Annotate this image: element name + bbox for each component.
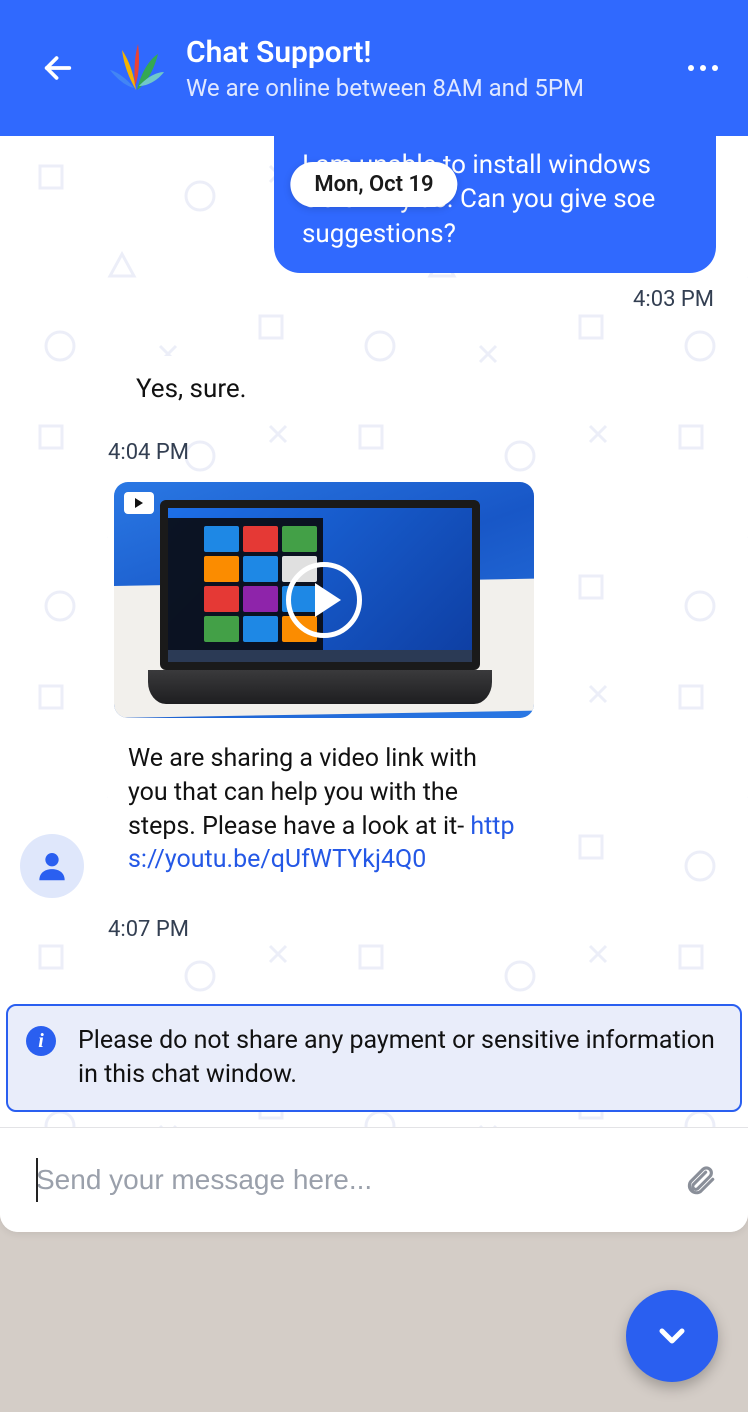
info-icon: i (26, 1026, 56, 1056)
message-timestamp: 4:07 PM (108, 917, 548, 942)
video-card-text: We are sharing a video link with you tha… (108, 724, 538, 899)
sprinklr-logo-icon (104, 36, 168, 100)
play-icon (286, 562, 362, 638)
chat-window: Chat Support! We are online between 8AM … (0, 0, 748, 1232)
chevron-down-icon (652, 1316, 692, 1356)
incoming-message: We are sharing a video link with you tha… (108, 476, 548, 942)
youtube-badge-icon (124, 492, 154, 514)
messages-area[interactable]: Mon, Oct 19 I am unable to install windo… (0, 136, 748, 1127)
message-timestamp: 4:03 PM (274, 287, 716, 312)
attach-button[interactable] (680, 1160, 720, 1200)
message-composer (0, 1127, 748, 1232)
more-options-button[interactable] (688, 65, 718, 71)
dot-icon (712, 65, 718, 71)
agent-avatar (20, 834, 84, 898)
brand-logo (104, 36, 168, 100)
message-timestamp: 4:04 PM (108, 440, 528, 465)
video-thumbnail[interactable] (114, 482, 534, 718)
video-link-card[interactable]: We are sharing a video link with you tha… (108, 476, 538, 899)
message-input[interactable] (36, 1164, 680, 1196)
message-bubble: Yes, sure. (108, 356, 275, 422)
message-text: We are sharing a video link with you tha… (128, 744, 477, 841)
person-icon (33, 847, 71, 885)
paperclip-icon (683, 1163, 717, 1197)
minimize-chat-button[interactable] (626, 1290, 718, 1382)
chat-title: Chat Support! (186, 35, 688, 70)
chat-header: Chat Support! We are online between 8AM … (0, 0, 748, 136)
chat-subtitle: We are online between 8AM and 5PM (186, 74, 688, 102)
date-separator: Mon, Oct 19 (290, 162, 457, 207)
warning-banner: i Please do not share any payment or sen… (6, 1004, 742, 1112)
header-titles: Chat Support! We are online between 8AM … (186, 35, 688, 102)
arrow-left-icon (41, 51, 75, 85)
incoming-message: Yes, sure. 4:04 PM (108, 356, 528, 465)
text-cursor (36, 1158, 38, 1202)
dot-icon (700, 65, 706, 71)
dot-icon (688, 65, 694, 71)
back-button[interactable] (40, 50, 76, 86)
banner-text: Please do not share any payment or sensi… (78, 1026, 715, 1089)
